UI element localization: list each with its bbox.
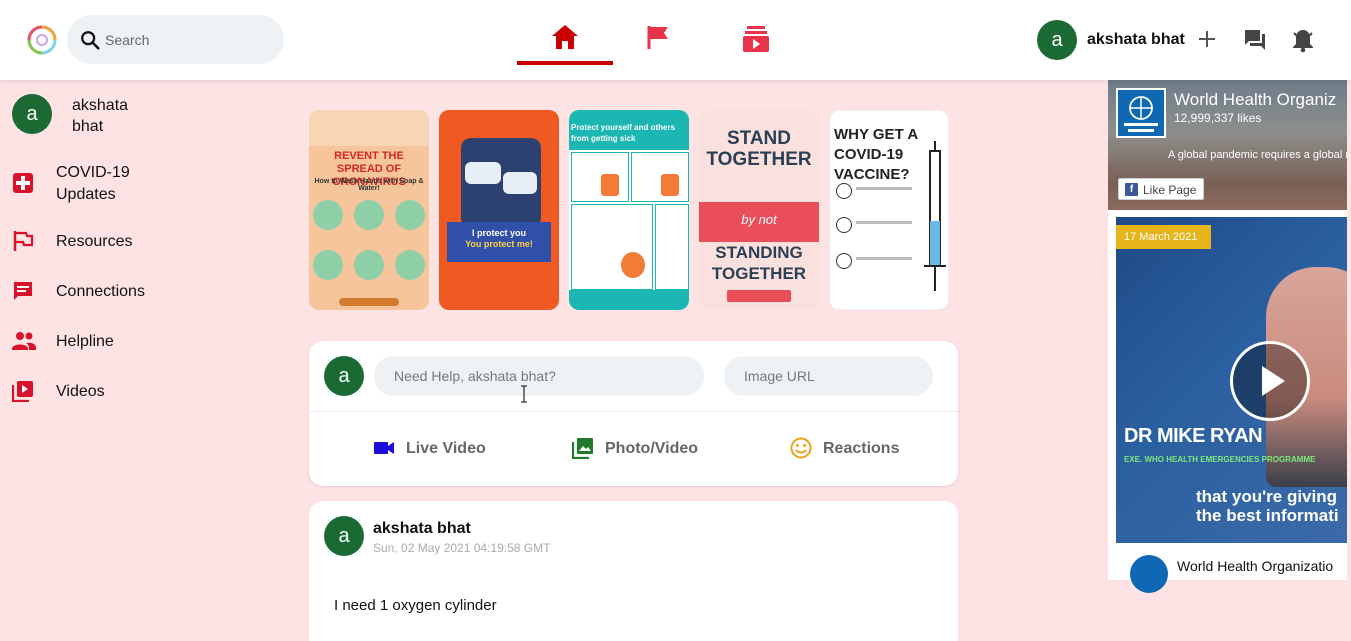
story-title: WHY GET A COVID-19 VACCINE?: [834, 126, 918, 183]
search-icon: [81, 31, 100, 50]
story-subtitle: STANDING TOGETHER: [711, 243, 807, 283]
facebook-icon: f: [1125, 183, 1138, 196]
video-widget: 17 March 2021 DR MIKE RYAN EXE. WHO HEAL…: [1108, 210, 1347, 593]
video-library-icon: [12, 381, 33, 402]
story-title: Protect yourself and others from getting…: [571, 123, 676, 143]
add-icon[interactable]: [1197, 29, 1217, 49]
video-speaker-role: EXE. WHO HEALTH EMERGENCIES PROGRAMME: [1124, 455, 1316, 464]
story-hashtag: [339, 298, 399, 306]
story-card[interactable]: WHY GET A COVID-19 VACCINE?: [829, 110, 949, 310]
facebook-page-widget[interactable]: World Health Organiz 12,999,337 likes A …: [1108, 80, 1347, 210]
search-box[interactable]: [67, 15, 284, 64]
story-title: I protect you: [471, 228, 526, 238]
video-date: 17 March 2021: [1116, 225, 1211, 249]
flag-icon: [13, 231, 34, 251]
post-composer: a Live Video Photo/Video Reactions: [309, 341, 958, 486]
chat-icon: [14, 282, 32, 300]
tab-home[interactable]: [517, 20, 613, 65]
videocam-icon: [374, 442, 394, 454]
story-middle-text: by not: [741, 212, 777, 227]
option-label: Photo/Video: [605, 440, 699, 457]
story-card[interactable]: REVENT THE SPREAD OF ORONAVIRUS How to W…: [309, 110, 429, 310]
story-header: [309, 110, 429, 146]
avatar[interactable]: a: [324, 516, 364, 556]
people-icon: [12, 332, 36, 350]
children-masks-illustration: [461, 138, 541, 228]
photo-library-icon: [572, 438, 593, 459]
tab-resources[interactable]: [612, 20, 708, 65]
emoji-icon: [790, 437, 812, 459]
header-avatar[interactable]: a: [1037, 20, 1077, 60]
help-request-input[interactable]: [374, 356, 704, 396]
header-user-name[interactable]: akshata bhat: [1087, 31, 1185, 49]
post-body: I need 1 oxygen cylinder: [334, 597, 497, 614]
text-cursor-icon: [521, 385, 527, 403]
video-speaker-name: DR MIKE RYAN: [1124, 425, 1263, 447]
story-card[interactable]: I protect you You protect me!: [439, 110, 559, 310]
caption-line: the best informati: [1196, 506, 1339, 525]
subscriptions-icon: [743, 26, 769, 52]
sidebar-item-label: Helpline: [56, 333, 114, 350]
sidebar-item-connections[interactable]: Connections: [12, 280, 212, 320]
video-player[interactable]: 17 March 2021 DR MIKE RYAN EXE. WHO HEAL…: [1116, 217, 1347, 543]
story-card[interactable]: STAND TOGETHER by not STANDING TOGETHER: [699, 110, 819, 310]
story-subtitle: You protect me!: [465, 239, 533, 249]
play-button[interactable]: [1230, 341, 1310, 421]
video-channel-title[interactable]: World Health Organizatio: [1177, 558, 1333, 574]
fb-page-title[interactable]: World Health Organiz: [1174, 90, 1336, 110]
story-title: STAND TOGETHER: [706, 128, 812, 170]
divider: [309, 411, 958, 412]
sidebar-item-covid-updates[interactable]: COVID-19 Updates: [12, 162, 212, 203]
like-page-button[interactable]: f Like Page: [1118, 178, 1204, 200]
sidebar-user[interactable]: a: [12, 94, 52, 134]
story-hashtag: [727, 290, 791, 302]
medical-cross-icon: [13, 173, 33, 193]
image-url-input[interactable]: [724, 356, 933, 396]
fb-page-likes: 12,999,337 likes: [1174, 111, 1262, 125]
flag-icon: [647, 26, 668, 49]
avatar: a: [12, 94, 52, 134]
sidebar-item-helpline[interactable]: Helpline: [12, 330, 212, 370]
story-card[interactable]: Protect yourself and others from getting…: [569, 110, 689, 310]
app-logo-icon[interactable]: [26, 24, 58, 56]
top-bar: a akshata bhat: [0, 0, 1351, 80]
tab-videos[interactable]: [707, 20, 803, 65]
vaccine-info-list: [836, 183, 916, 293]
sidebar-item-label: Videos: [56, 383, 105, 400]
like-page-label: Like Page: [1143, 183, 1197, 197]
handwash-steps-illustration: [313, 200, 425, 296]
sidebar-item-label: Resources: [56, 233, 133, 250]
sidebar-item-videos[interactable]: Videos: [12, 380, 212, 420]
post-card: a akshata bhat Sun, 02 May 2021 04:19:58…: [309, 501, 958, 641]
post-author[interactable]: akshata bhat: [373, 520, 471, 538]
fb-page-tagline: A global pandemic requires a global r: [1168, 149, 1347, 161]
sidebar-item-label: Connections: [56, 283, 145, 300]
notifications-icon[interactable]: [1291, 27, 1315, 53]
avatar: a: [1037, 20, 1077, 60]
search-input[interactable]: [103, 25, 277, 55]
sidebar-item-resources[interactable]: Resources: [12, 230, 212, 270]
hygiene-tips-illustration: [571, 152, 689, 302]
who-logo-icon: [1116, 88, 1166, 138]
avatar: a: [324, 356, 364, 396]
home-icon: [552, 25, 578, 49]
option-label: Reactions: [823, 440, 900, 457]
play-icon: [1262, 366, 1285, 396]
sidebar-item-label: COVID-19 Updates: [56, 164, 130, 203]
forum-icon[interactable]: [1243, 28, 1267, 52]
syringe-icon: [924, 141, 946, 291]
post-timestamp: Sun, 02 May 2021 04:19:58 GMT: [373, 541, 551, 555]
video-caption: that you're giving the best informati: [1196, 487, 1339, 525]
caption-line: that you're giving: [1196, 487, 1337, 506]
who-logo-icon: [1130, 555, 1168, 593]
story-subtitle: How to Wash Hands with Soap & Water!: [314, 178, 424, 192]
option-label: Live Video: [406, 440, 486, 457]
sidebar-user-name[interactable]: akshata bhat: [72, 95, 142, 137]
